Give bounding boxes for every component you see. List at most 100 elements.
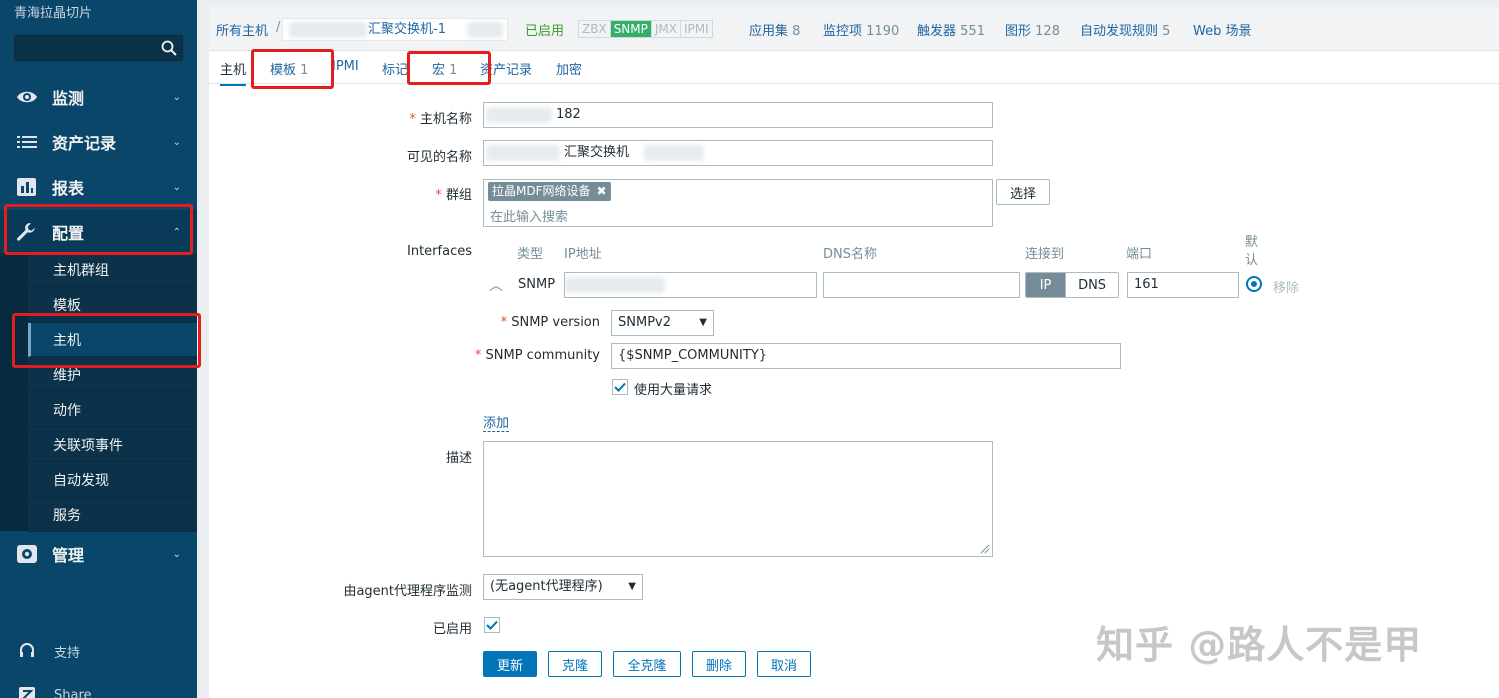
- breadcrumb-all-hosts[interactable]: 所有主机: [216, 20, 268, 39]
- col-connect: 连接到: [1025, 247, 1065, 262]
- group-chip: 拉晶MDF网络设备 ✖: [488, 182, 611, 201]
- checkmark-icon: [486, 620, 498, 630]
- cancel-button[interactable]: 取消: [757, 651, 811, 677]
- proxy-label: 由agent代理程序监测: [343, 584, 472, 599]
- col-default: 默认: [1245, 235, 1259, 268]
- resize-handle-icon[interactable]: [980, 544, 990, 554]
- search-icon[interactable]: [161, 40, 177, 56]
- sidebar: 青海拉晶切片 监测 ⌄ 资产记录 ⌄ 报表 ⌄ 配置 ⌃ 主机群组 模板 主机 …: [0, 0, 197, 698]
- col-port: 端口: [1126, 247, 1153, 262]
- status-enabled: 已启用: [525, 24, 565, 39]
- chevron-down-icon: ⌄: [172, 91, 181, 103]
- description-textarea[interactable]: [483, 441, 993, 557]
- tab-encryption[interactable]: 加密: [556, 59, 582, 78]
- support-label: 支持: [54, 645, 81, 661]
- tab-templates[interactable]: 模板 1: [270, 59, 308, 78]
- chevron-up-icon: ⌃: [172, 226, 181, 238]
- host-name-input[interactable]: 182: [483, 102, 993, 128]
- chevron-down-icon: ⌄: [172, 181, 181, 193]
- host-navigation-bar: 所有主机 / 汇聚交换机-1 已启用 ZBX SNMP JMX IPMI 应用集…: [209, 7, 1499, 51]
- host-name-link[interactable]: 汇聚交换机-1: [368, 22, 446, 37]
- update-button[interactable]: 更新: [483, 651, 537, 677]
- tab-tags[interactable]: 标记: [382, 59, 408, 78]
- sidebar-search-input[interactable]: [14, 35, 183, 61]
- nav-reports[interactable]: 报表 ⌄: [0, 165, 197, 209]
- link-web-scenarios[interactable]: Web 场景: [1193, 20, 1251, 39]
- groups-label: * 群组: [435, 188, 472, 203]
- bulk-requests-checkbox[interactable]: [612, 379, 628, 395]
- interface-ip-input[interactable]: [564, 272, 817, 298]
- submenu-templates[interactable]: 模板: [28, 288, 197, 322]
- nav-administration[interactable]: 管理 ⌄: [0, 532, 197, 576]
- enabled-label: 已启用: [432, 622, 472, 637]
- support-link[interactable]: 支持: [0, 636, 197, 666]
- nav-configuration[interactable]: 配置 ⌃: [0, 210, 197, 254]
- enabled-checkbox[interactable]: [484, 617, 500, 633]
- default-interface-radio[interactable]: [1246, 276, 1262, 292]
- col-ip: IP地址: [564, 247, 602, 262]
- groups-multiselect[interactable]: 拉晶MDF网络设备 ✖ 在此输入搜索: [483, 179, 993, 227]
- headset-icon: [20, 643, 34, 657]
- connect-to-toggle[interactable]: IP DNS: [1025, 272, 1119, 298]
- submenu-actions[interactable]: 动作: [28, 393, 197, 427]
- connect-dns-option[interactable]: DNS: [1065, 273, 1118, 297]
- remove-interface-link[interactable]: 移除: [1273, 277, 1299, 296]
- select-groups-button[interactable]: 选择: [996, 179, 1050, 205]
- share-icon: [19, 687, 35, 698]
- visible-name-label: 可见的名称: [406, 150, 472, 165]
- port-input[interactable]: 161: [1127, 272, 1239, 298]
- submenu-host-groups[interactable]: 主机群组: [28, 253, 197, 287]
- brand-name: 青海拉晶切片: [14, 6, 93, 21]
- link-discovery-rules[interactable]: 自动发现规则 5: [1080, 20, 1170, 39]
- connect-ip-option[interactable]: IP: [1026, 273, 1066, 297]
- snmp-community-input[interactable]: {$SNMP_COMMUNITY}: [611, 343, 1121, 369]
- link-triggers[interactable]: 触发器 551: [917, 20, 985, 39]
- submenu-hosts[interactable]: 主机: [28, 323, 197, 357]
- zbx-badge: ZBX: [579, 21, 611, 37]
- link-items[interactable]: 监控项 1190: [823, 20, 899, 39]
- host-tabs: 主机 模板 1 IPMI 标记 宏 1 资产记录 加密: [209, 51, 1499, 86]
- nav-monitoring[interactable]: 监测 ⌄: [0, 75, 197, 119]
- submenu-correlation[interactable]: 关联项事件: [28, 428, 197, 462]
- snmp-badge: SNMP: [610, 21, 652, 37]
- proxy-select[interactable]: (无agent代理程序) ▼: [483, 574, 643, 600]
- breadcrumb-host[interactable]: 汇聚交换机-1: [282, 18, 508, 41]
- tab-inventory[interactable]: 资产记录: [480, 59, 532, 78]
- nav-label: 监测: [52, 89, 85, 108]
- submenu-discovery[interactable]: 自动发现: [28, 463, 197, 497]
- submenu-services[interactable]: 服务: [28, 498, 197, 532]
- snmp-version-select[interactable]: SNMPv2 ▼: [611, 310, 714, 336]
- clone-button[interactable]: 克隆: [548, 651, 602, 677]
- share-label: Share: [54, 687, 92, 698]
- interface-dns-input[interactable]: [823, 272, 1020, 298]
- share-link[interactable]: Share: [0, 680, 197, 698]
- tab-macros[interactable]: 宏 1: [432, 59, 457, 78]
- description-label: 描述: [445, 451, 472, 466]
- groups-search-placeholder[interactable]: 在此输入搜索: [490, 206, 568, 226]
- add-interface-link[interactable]: 添加: [483, 412, 510, 432]
- configuration-submenu: 主机群组 模板 主机 维护 动作 关联项事件 自动发现 服务: [0, 253, 197, 532]
- full-clone-button[interactable]: 全克隆: [613, 651, 681, 677]
- link-graphs[interactable]: 图形 128: [1005, 20, 1060, 39]
- bar-chart-icon: [17, 178, 36, 196]
- col-type: 类型: [517, 247, 544, 262]
- interface-type: SNMP: [518, 277, 556, 292]
- link-applications[interactable]: 应用集 8: [749, 20, 800, 39]
- collapse-icon[interactable]: ︿: [489, 275, 503, 295]
- eye-icon: [17, 91, 37, 103]
- col-dns: DNS名称: [823, 247, 877, 262]
- chevron-down-icon: ⌄: [172, 548, 181, 560]
- tab-host[interactable]: 主机: [220, 59, 247, 86]
- breadcrumb-separator: /: [276, 20, 281, 35]
- nav-inventory[interactable]: 资产记录 ⌄: [0, 120, 197, 164]
- tab-ipmi[interactable]: IPMI: [332, 59, 359, 74]
- visible-name-input[interactable]: 汇聚交换机: [483, 140, 993, 166]
- delete-button[interactable]: 删除: [692, 651, 746, 677]
- submenu-maintenance[interactable]: 维护: [28, 358, 197, 392]
- list-icon: [17, 136, 37, 148]
- remove-chip-icon[interactable]: ✖: [597, 184, 607, 198]
- chevron-down-icon: ▼: [699, 317, 707, 328]
- snmp-community-label: * SNMP community: [474, 348, 600, 363]
- availability-badges: ZBX SNMP JMX IPMI: [578, 20, 713, 38]
- wrench-icon: [17, 223, 35, 241]
